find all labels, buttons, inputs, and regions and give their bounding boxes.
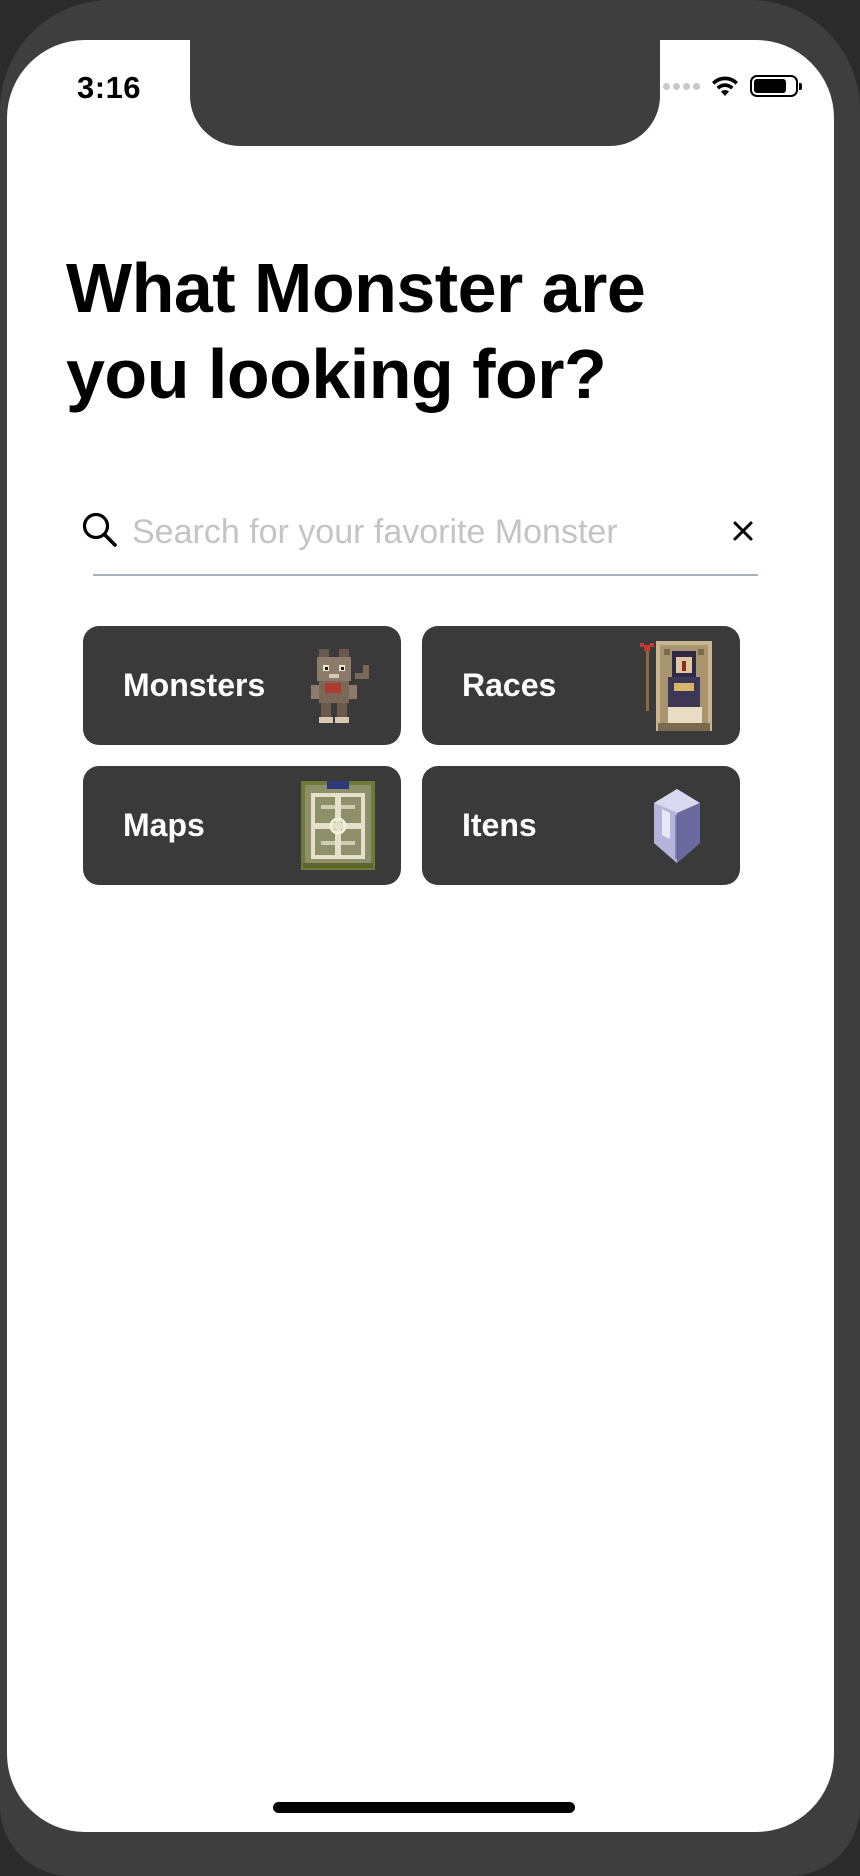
search-icon [82, 512, 117, 547]
card-label: Itens [462, 807, 537, 843]
races-card[interactable]: Races [422, 626, 740, 745]
search-underline [93, 574, 758, 576]
category-grid: Monsters Races Maps Itens [83, 626, 740, 885]
device-frame: 3:16 What Monster are you looking for? S… [0, 0, 860, 1876]
home-indicator[interactable] [273, 1802, 575, 1813]
page-title: What Monster are you looking for? [66, 249, 646, 413]
card-label: Maps [123, 807, 205, 843]
card-label: Monsters [123, 667, 266, 703]
search-bar [76, 488, 758, 576]
search-input[interactable] [132, 502, 672, 562]
pharaoh-sprite-icon [640, 641, 712, 731]
maps-card[interactable]: Maps [83, 766, 401, 885]
wifi-icon [712, 76, 738, 96]
monster-sprite-icon [311, 649, 369, 723]
close-icon[interactable] [728, 516, 758, 546]
card-label: Races [462, 667, 557, 703]
itens-card[interactable]: Itens [422, 766, 740, 885]
map-sprite-icon [301, 781, 375, 870]
cellular-signal-icon [663, 82, 700, 90]
crystal-sprite-icon [654, 789, 700, 863]
device-notch [190, 40, 660, 146]
status-icons [663, 74, 802, 98]
app-screen: 3:16 What Monster are you looking for? S… [7, 40, 834, 1832]
battery-icon [750, 75, 802, 97]
monsters-card[interactable]: Monsters [83, 626, 401, 745]
status-time: 3:16 [77, 70, 142, 105]
